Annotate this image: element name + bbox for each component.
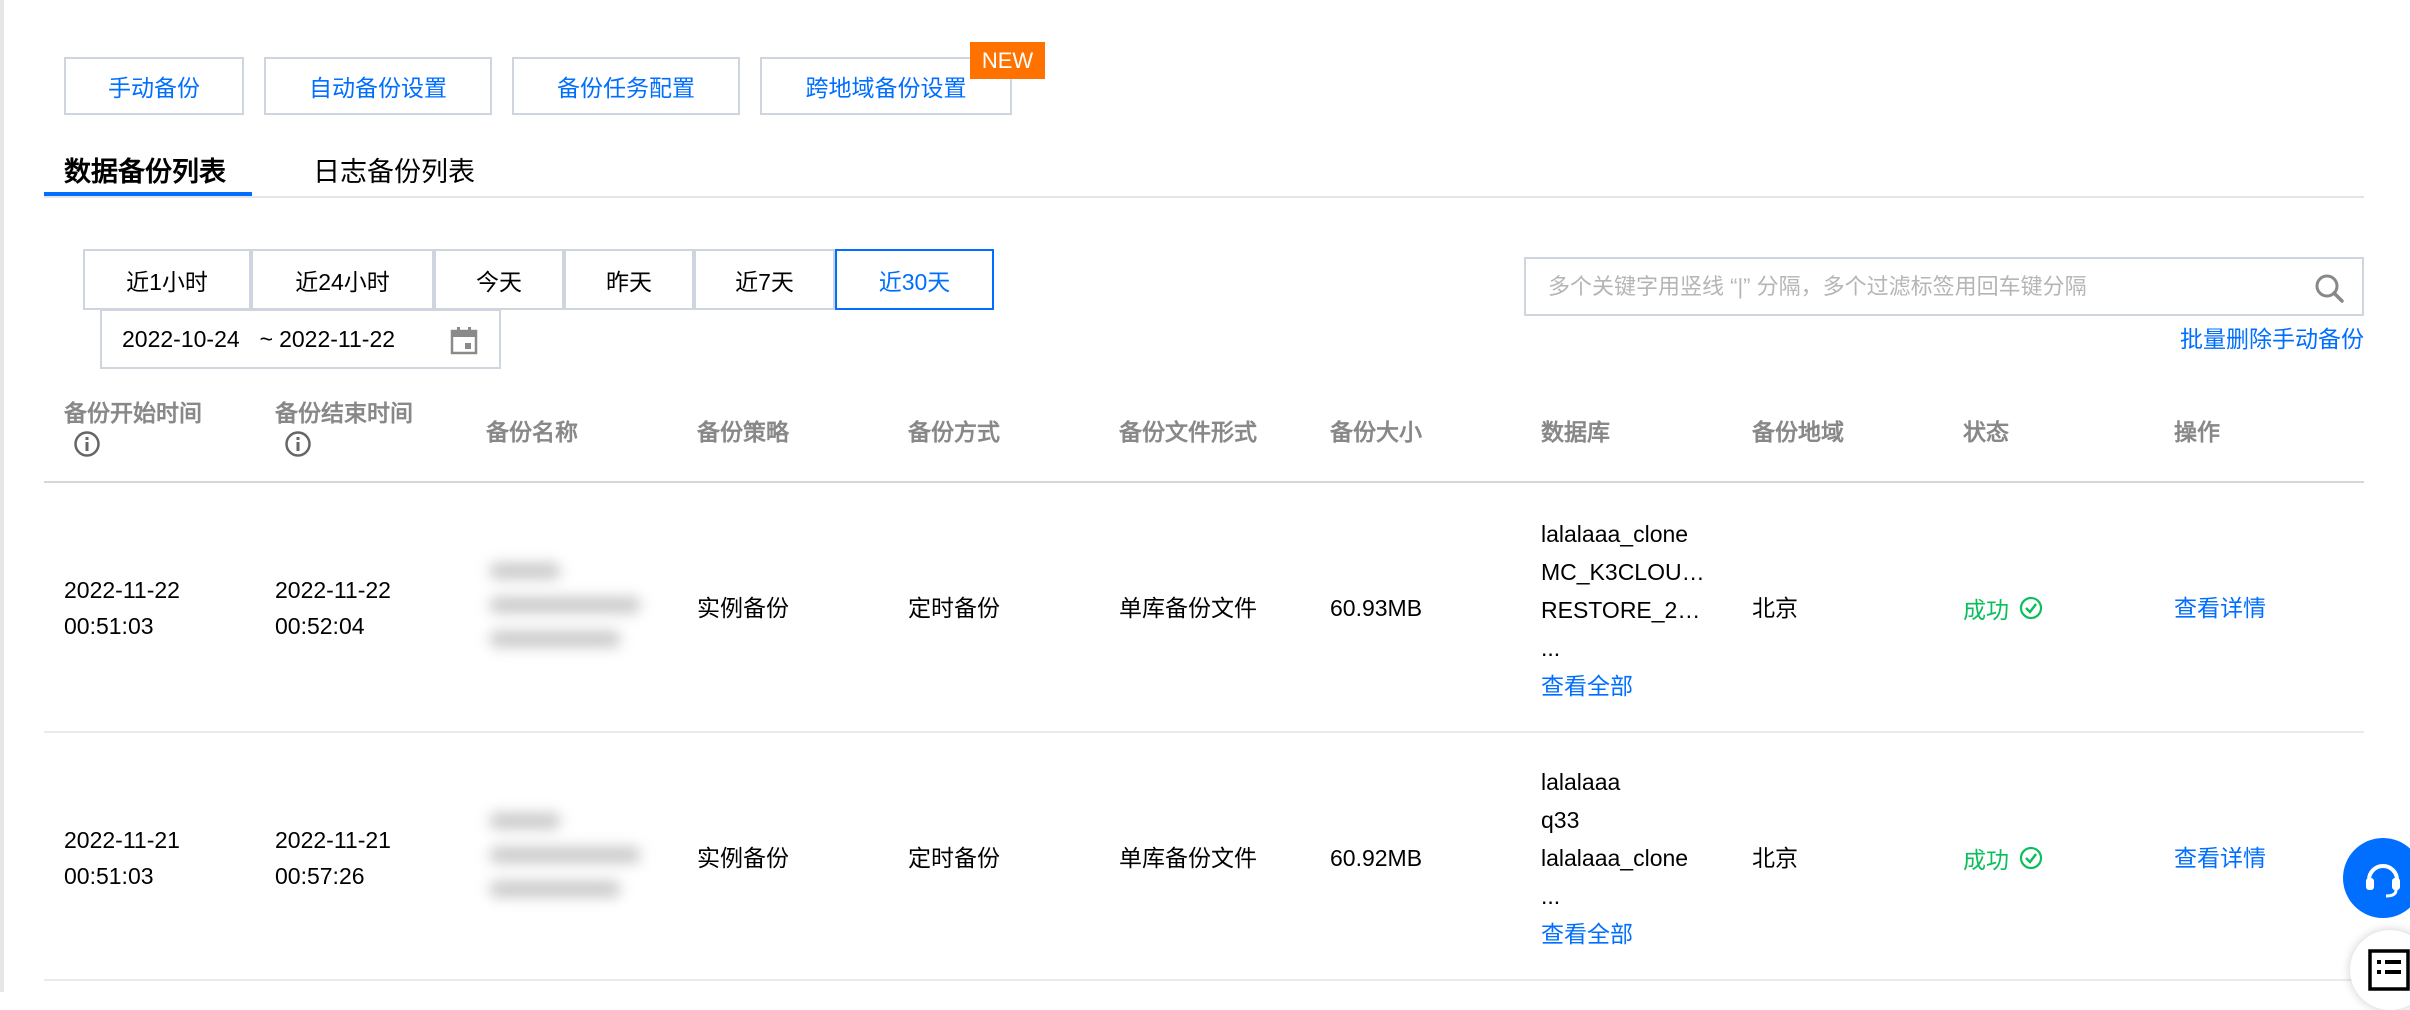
row-backup-size: 60.92MB [1330, 845, 1423, 871]
table-header-divider [44, 481, 2364, 483]
new-badge: NEW [970, 42, 1045, 79]
date-end: 2022-11-22 [279, 325, 396, 352]
database-name: lalalaaa [1541, 769, 1621, 795]
row-status: 成功 [1963, 840, 2043, 876]
database-name: RESTORE_2… [1541, 597, 1701, 623]
search-icon[interactable] [2314, 273, 2344, 303]
tab-log-backup-list[interactable]: 日志备份列表 [313, 150, 475, 189]
row-end-time: 2022-11-22 00:52:04 [275, 577, 391, 639]
row-backup-file-form: 单库备份文件 [1119, 595, 1257, 621]
row-databases: lalalaaa_clone MC_K3CLOU… RESTORE_2… ...… [1541, 515, 1721, 705]
row-backup-name-redacted [480, 805, 650, 905]
header-database: 数据库 [1541, 419, 1610, 445]
row-end-time: 2022-11-21 00:57:26 [275, 827, 391, 889]
feedback-list-button[interactable] [2350, 930, 2410, 1010]
database-name: lalalaaa_clone [1541, 521, 1689, 547]
page-left-border [0, 0, 4, 992]
header-backup-name: 备份名称 [486, 419, 578, 445]
auto-backup-settings-button[interactable]: 自动备份设置 [264, 57, 492, 115]
date-start: 2022-10-24 [122, 325, 240, 352]
row-backup-size: 60.93MB [1330, 595, 1423, 621]
database-more: ... [1541, 635, 1561, 661]
end-time-info-icon[interactable] [284, 430, 312, 458]
view-all-databases-link[interactable]: 查看全部 [1541, 667, 1721, 705]
range-1h-button[interactable]: 近1小时 [83, 249, 251, 310]
range-yesterday-button[interactable]: 昨天 [564, 249, 694, 310]
header-backup-end-time: 备份结束时间 [275, 400, 413, 426]
row-backup-name-redacted [480, 555, 650, 655]
database-name: q33 [1541, 807, 1580, 833]
online-support-button[interactable] [2343, 838, 2410, 918]
view-all-databases-link[interactable]: 查看全部 [1541, 915, 1721, 953]
search-input[interactable] [1546, 272, 2310, 301]
row-divider [44, 979, 2364, 981]
row-backup-strategy: 实例备份 [697, 845, 789, 871]
search-box [1524, 257, 2364, 316]
range-24h-button[interactable]: 近24小时 [251, 249, 434, 310]
range-7d-button[interactable]: 近7天 [694, 249, 835, 310]
header-backup-method: 备份方式 [908, 419, 1000, 445]
list-icon [2368, 949, 2410, 991]
calendar-icon[interactable] [449, 326, 479, 356]
range-30d-button[interactable]: 近30天 [835, 249, 994, 310]
row-divider [44, 731, 2364, 733]
success-check-icon [2019, 846, 2043, 870]
header-backup-start-time: 备份开始时间 [64, 400, 202, 426]
row-start-time: 2022-11-21 00:51:03 [64, 827, 180, 889]
header-backup-strategy: 备份策略 [697, 419, 789, 445]
row-status: 成功 [1963, 590, 2043, 626]
manual-backup-button[interactable]: 手动备份 [64, 57, 244, 115]
header-backup-file-form: 备份文件形式 [1119, 419, 1257, 445]
view-details-link[interactable]: 查看详情 [2174, 840, 2266, 876]
date-separator: ~ [259, 325, 274, 352]
row-backup-region: 北京 [1752, 595, 1798, 621]
header-status: 状态 [1963, 419, 2009, 445]
range-today-button[interactable]: 今天 [434, 249, 564, 310]
batch-delete-manual-backup-link[interactable]: 批量删除手动备份 [2180, 320, 2364, 354]
row-backup-file-form: 单库备份文件 [1119, 845, 1257, 871]
tab-data-backup-list[interactable]: 数据备份列表 [64, 150, 226, 189]
row-start-time: 2022-11-22 00:51:03 [64, 577, 180, 639]
headset-icon [2366, 864, 2400, 898]
database-name: MC_K3CLOU… [1541, 559, 1705, 585]
view-details-link[interactable]: 查看详情 [2174, 590, 2266, 626]
status-text: 成功 [1963, 847, 2009, 873]
row-backup-region: 北京 [1752, 845, 1798, 871]
row-backup-method: 定时备份 [908, 595, 1000, 621]
header-actions: 操作 [2174, 419, 2220, 445]
row-backup-strategy: 实例备份 [697, 595, 789, 621]
start-time-info-icon[interactable] [73, 430, 101, 458]
date-range-picker[interactable]: 2022-10-24 ~ 2022-11-22 [100, 309, 501, 369]
row-backup-method: 定时备份 [908, 845, 1000, 871]
database-name: lalalaaa_clone [1541, 845, 1689, 871]
row-databases: lalalaaa q33 lalalaaa_clone ... 查看全部 [1541, 763, 1721, 953]
success-check-icon [2019, 596, 2043, 620]
header-backup-size: 备份大小 [1330, 419, 1422, 445]
status-text: 成功 [1963, 597, 2009, 623]
database-more: ... [1541, 883, 1561, 909]
header-backup-region: 备份地域 [1752, 419, 1844, 445]
backup-task-config-button[interactable]: 备份任务配置 [512, 57, 740, 115]
tabs-divider [44, 196, 2364, 198]
